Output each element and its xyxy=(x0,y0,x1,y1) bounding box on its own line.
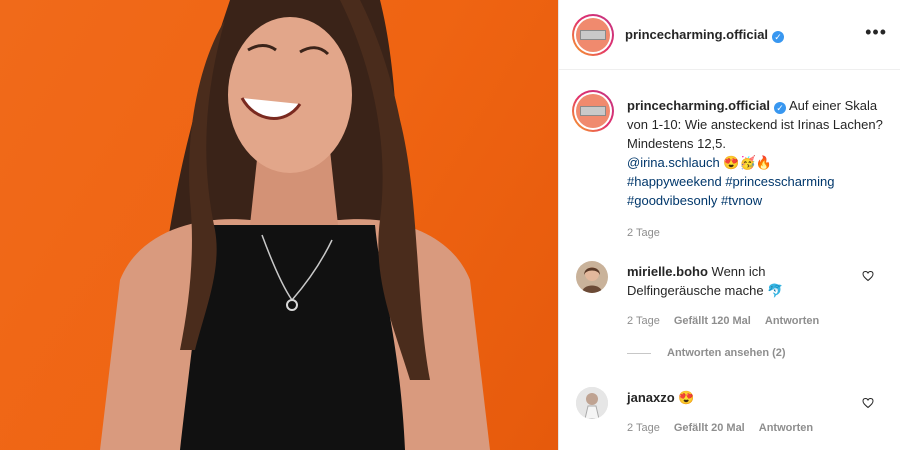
post-caption: princecharming.official ✓ Auf einer Skala… xyxy=(627,96,889,243)
header-username[interactable]: princecharming.official xyxy=(625,27,768,42)
heart-icon[interactable] xyxy=(862,270,874,282)
comment-avatar[interactable] xyxy=(576,387,608,419)
caption-username[interactable]: princecharming.official xyxy=(627,98,770,113)
comment-likes[interactable]: Gefällt 120 Mal xyxy=(674,315,751,327)
reply-button[interactable]: Antworten xyxy=(759,422,813,434)
caption-time: 2 Tage xyxy=(627,227,660,239)
caption-mention[interactable]: @irina.schlauch xyxy=(627,155,720,170)
reply-button[interactable]: Antworten xyxy=(765,315,819,327)
caption-emoji: 😍🥳🔥 xyxy=(723,155,772,170)
caption-avatar[interactable] xyxy=(572,90,614,132)
header-username-row: princecharming.official ✓ xyxy=(625,26,785,44)
comment-text: 😍 xyxy=(678,390,695,405)
comment-username[interactable]: janaxzo xyxy=(627,390,675,405)
comment-body: mirielle.boho Wenn ich Delfingeräusche m… xyxy=(627,262,857,300)
comment-body: janaxzo 😍 xyxy=(627,388,857,407)
post-photo[interactable] xyxy=(0,0,558,450)
photo-illustration xyxy=(100,0,490,450)
hashtag-link[interactable]: #goodvibesonly xyxy=(627,193,717,208)
view-replies-button[interactable]: Antworten ansehen (2) xyxy=(627,347,786,359)
view-replies-label: Antworten ansehen (2) xyxy=(667,347,786,359)
hashtag-link[interactable]: #tvnow xyxy=(721,193,762,208)
comment-username[interactable]: mirielle.boho xyxy=(627,264,708,279)
comment-meta: 2 Tage Gefällt 20 Mal Antworten xyxy=(627,422,813,434)
post-sidebar: princecharming.official ✓ ••• princecharm… xyxy=(558,0,900,450)
verified-badge-icon: ✓ xyxy=(774,102,787,114)
comment-avatar[interactable] xyxy=(576,261,608,293)
post-header: princecharming.official ✓ ••• xyxy=(559,0,900,70)
heart-icon[interactable] xyxy=(862,397,874,409)
hashtag-link[interactable]: #happyweekend xyxy=(627,174,722,189)
comment-meta: 2 Tage Gefällt 120 Mal Antworten xyxy=(627,315,819,327)
comment-likes[interactable]: Gefällt 20 Mal xyxy=(674,422,745,434)
verified-badge-icon: ✓ xyxy=(772,31,785,43)
comment-time: 2 Tage xyxy=(627,422,660,434)
more-options-icon[interactable]: ••• xyxy=(865,22,887,43)
replies-divider xyxy=(627,352,651,354)
comment-time: 2 Tage xyxy=(627,315,660,327)
hashtag-link[interactable]: #princesscharming xyxy=(725,174,834,189)
account-avatar[interactable] xyxy=(572,14,614,56)
